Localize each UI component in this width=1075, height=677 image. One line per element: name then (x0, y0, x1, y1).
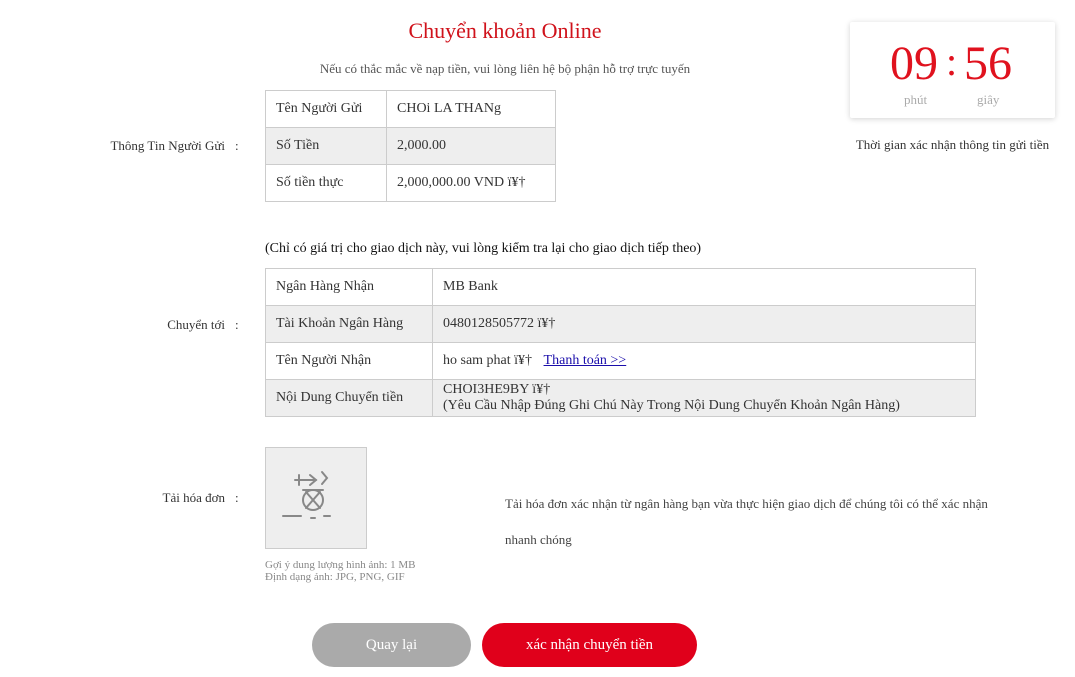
confirm-transfer-button[interactable]: xác nhận chuyển tiền (482, 623, 697, 667)
timer-minutes-label: phút (904, 92, 928, 107)
sender-name-key: Tên Người Gửi (265, 90, 387, 128)
back-button[interactable]: Quay lại (312, 623, 471, 667)
recipient-name-key: Tên Người Nhận (265, 342, 433, 380)
table-row: Ngân Hàng Nhận MB Bank (265, 268, 976, 306)
timer-seconds: 56 (964, 37, 1012, 90)
upload-section-colon: : (235, 490, 239, 505)
sender-info-table: Tên Người Gửi CHOi LA THANg Số Tiền 2,00… (265, 90, 556, 202)
upload-format-hint: Định dạng ảnh: JPG, PNG, GIF (265, 571, 405, 583)
transfer-content-value: CHOI3HE9BY ï¥† (443, 382, 551, 397)
table-row: Tên Người Gửi CHOi LA THANg (265, 90, 556, 128)
transfer-section-colon: : (235, 317, 239, 332)
upload-description: Tải hóa đơn xác nhận từ ngân hàng bạn vừ… (505, 496, 988, 547)
table-row: Số Tiền 2,000.00 (265, 127, 556, 165)
sender-section-colon: : (235, 138, 239, 153)
countdown-timer: 09 : 56 phút giây (850, 22, 1055, 118)
amount-key: Số Tiền (265, 127, 387, 165)
transfer-content-cell: CHOI3HE9BY ï¥† (Yêu Cầu Nhập Đúng Ghi Ch… (432, 379, 976, 417)
upload-image-icon (282, 471, 331, 519)
recipient-name-value: ho sam phat ï¥† (443, 353, 533, 368)
sender-section-label: Thông Tin Người Gửi (110, 138, 225, 153)
pay-link[interactable]: Thanh toán >> (544, 353, 627, 368)
receiving-bank-value: MB Bank (432, 268, 976, 306)
upload-size-hint: Gợi ý dung lượng hình ảnh: 1 MB (265, 559, 416, 571)
actual-amount-value: 2,000,000.00 VND ï¥† (386, 164, 556, 202)
upload-hint: Gợi ý dung lượng hình ảnh: 1 MB Định dạn… (265, 559, 416, 583)
actual-amount-key: Số tiền thực (265, 164, 387, 202)
bank-account-key: Tài Khoản Ngân Hàng (265, 305, 433, 343)
upload-receipt-button[interactable] (265, 447, 367, 549)
bank-account-value: 0480128505772 ï¥† (432, 305, 976, 343)
upload-section-label: Tải hóa đơn (162, 490, 225, 505)
amount-value: 2,000.00 (386, 127, 556, 165)
transfer-content-key: Nội Dung Chuyển tiền (265, 379, 433, 417)
table-row: Tài Khoản Ngân Hàng 0480128505772 ï¥† (265, 305, 976, 343)
table-row: Tên Người Nhận ho sam phat ï¥† Thanh toá… (265, 342, 976, 380)
recipient-name-cell: ho sam phat ï¥† Thanh toán >> (432, 342, 976, 380)
table-row: Số tiền thực 2,000,000.00 VND ï¥† (265, 164, 556, 202)
timer-separator: : (946, 39, 958, 84)
transfer-section-label: Chuyển tới (167, 317, 225, 332)
transfer-info-table: Ngân Hàng Nhận MB Bank Tài Khoản Ngân Hà… (265, 268, 976, 417)
transfer-content-instruction: (Yêu Cầu Nhập Đúng Ghi Chú Này Trong Nội… (443, 398, 900, 413)
timer-seconds-label: giây (977, 92, 1000, 107)
timer-note: Thời gian xác nhận thông tin gửi tiền (855, 137, 1050, 152)
receiving-bank-key: Ngân Hàng Nhận (265, 268, 433, 306)
transaction-notice: (Chỉ có giá trị cho giao dịch này, vui l… (265, 241, 702, 256)
timer-minutes: 09 (890, 37, 938, 90)
table-row: Nội Dung Chuyển tiền CHOI3HE9BY ï¥† (Yêu… (265, 379, 976, 417)
sender-name-value: CHOi LA THANg (386, 90, 556, 128)
